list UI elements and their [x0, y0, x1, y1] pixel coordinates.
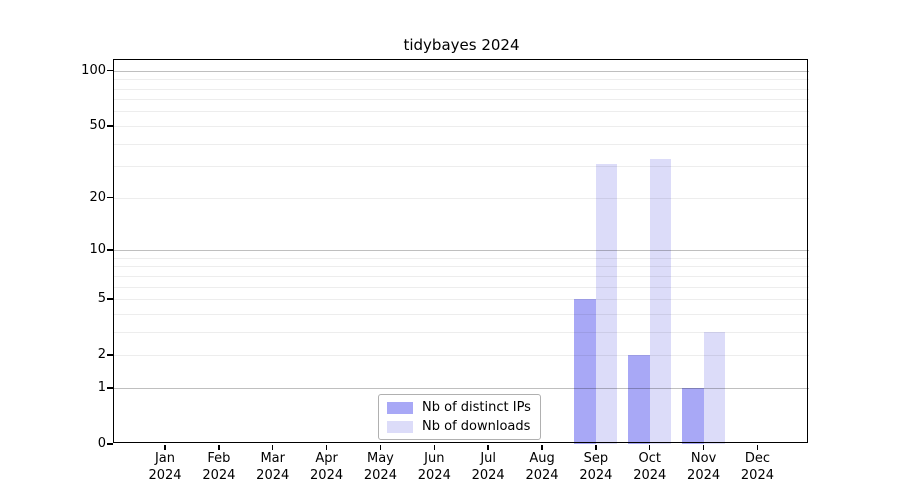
x-tick-mark-nov-2024 [703, 445, 705, 450]
y-tick-mark-5 [107, 298, 113, 300]
bar-nb-of-distinct-ips-nov-2024 [682, 388, 704, 444]
minor-gridline-80 [114, 89, 809, 90]
bar-nb-of-distinct-ips-oct-2024 [628, 355, 650, 444]
x-tick-label-dec-2024: Dec 2024 [725, 451, 789, 484]
minor-gridline-2 [114, 355, 809, 356]
legend-swatch-nb-of-distinct-ips [387, 402, 413, 414]
x-tick-mark-jun-2024 [434, 445, 436, 450]
legend-label: Nb of distinct IPs [422, 400, 531, 415]
minor-gridline-20 [114, 198, 809, 199]
y-tick-label-2: 2 [0, 347, 106, 363]
x-tick-mark-oct-2024 [649, 445, 651, 450]
y-tick-label-20: 20 [0, 190, 106, 206]
major-gridline-100 [114, 71, 809, 72]
x-tick-mark-sep-2024 [595, 445, 597, 450]
x-tick-mark-apr-2024 [326, 445, 328, 450]
y-tick-label-50: 50 [0, 118, 106, 134]
x-tick-mark-jan-2024 [164, 445, 166, 450]
x-tick-mark-dec-2024 [757, 445, 759, 450]
y-tick-mark-20 [107, 197, 113, 199]
minor-gridline-3 [114, 332, 809, 333]
y-tick-mark-0 [107, 443, 113, 445]
minor-gridline-9 [114, 258, 809, 259]
x-tick-mark-may-2024 [380, 445, 382, 450]
major-gridline-1 [114, 388, 809, 389]
minor-gridline-4 [114, 314, 809, 315]
legend: Nb of distinct IPs Nb of downloads [378, 394, 541, 440]
chart-title: tidybayes 2024 [114, 36, 809, 54]
y-tick-mark-2 [107, 354, 113, 356]
x-tick-mark-aug-2024 [541, 445, 543, 450]
minor-gridline-70 [114, 99, 809, 100]
minor-gridline-5 [114, 299, 809, 300]
plot-area [114, 60, 809, 444]
minor-gridline-8 [114, 266, 809, 267]
y-tick-label-5: 5 [0, 291, 106, 307]
major-gridline-10 [114, 250, 809, 251]
x-tick-mark-feb-2024 [218, 445, 220, 450]
legend-label: Nb of downloads [422, 419, 530, 434]
legend-row-nb-of-downloads: Nb of downloads [387, 419, 531, 434]
legend-row-nb-of-distinct-ips: Nb of distinct IPs [387, 400, 531, 415]
y-tick-label-100: 100 [0, 63, 106, 79]
bar-nb-of-downloads-oct-2024 [650, 159, 672, 444]
minor-gridline-6 [114, 287, 809, 288]
bar-nb-of-downloads-sep-2024 [596, 164, 618, 444]
y-tick-mark-50 [107, 125, 113, 127]
minor-gridline-50 [114, 126, 809, 127]
y-tick-label-0: 0 [0, 436, 106, 452]
y-tick-mark-100 [107, 70, 113, 72]
bar-nb-of-distinct-ips-sep-2024 [574, 299, 596, 444]
y-tick-mark-1 [107, 387, 113, 389]
minor-gridline-60 [114, 111, 809, 112]
y-tick-mark-10 [107, 249, 113, 251]
y-tick-label-10: 10 [0, 242, 106, 258]
x-tick-mark-jul-2024 [487, 445, 489, 450]
minor-gridline-40 [114, 144, 809, 145]
download-stats-chart: tidybayes 2024 0125102050100 Jan 2024Feb… [0, 0, 900, 500]
minor-gridline-90 [114, 79, 809, 80]
legend-swatch-nb-of-downloads [387, 421, 413, 433]
minor-gridline-30 [114, 166, 809, 167]
x-tick-mark-mar-2024 [272, 445, 274, 450]
y-tick-label-1: 1 [0, 380, 106, 396]
minor-gridline-7 [114, 276, 809, 277]
